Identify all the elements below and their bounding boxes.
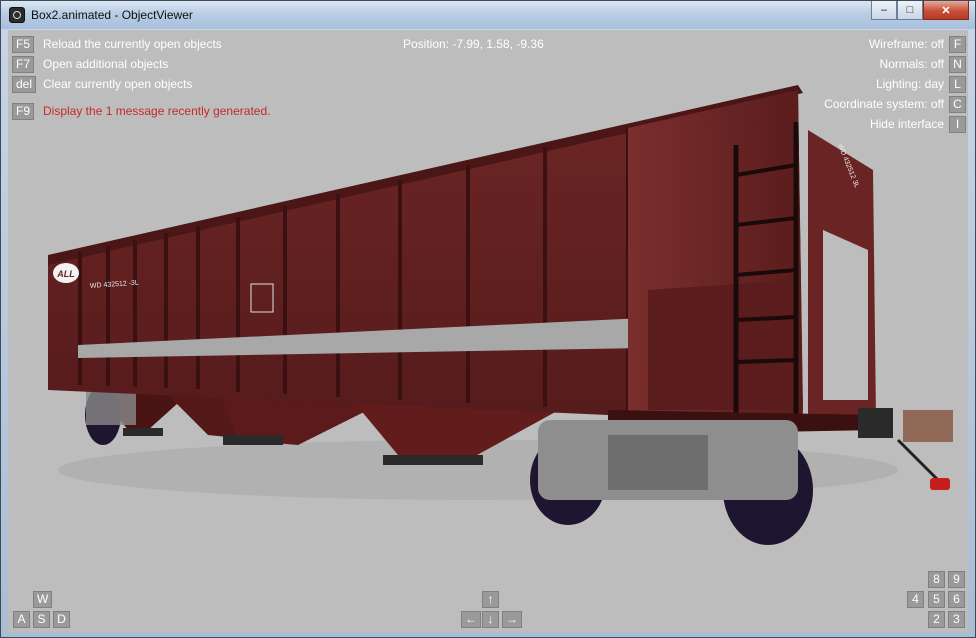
d-key[interactable]: D bbox=[53, 611, 70, 628]
object-viewer-window: Box2.animated - ObjectViewer – □ ✕ ALL W… bbox=[0, 0, 976, 638]
normals-status: Normals: off bbox=[879, 57, 944, 71]
wireframe-key[interactable]: F bbox=[949, 36, 966, 53]
title-bar[interactable]: Box2.animated - ObjectViewer – □ ✕ bbox=[1, 1, 975, 29]
camera-position: Position: -7.99, 1.58, -9.36 bbox=[403, 37, 544, 51]
s-key[interactable]: S bbox=[33, 611, 50, 628]
right-arrow-key[interactable]: → bbox=[502, 611, 522, 628]
3d-viewport[interactable]: ALL WD 432512 -3L WD 432512 3L F5 Reload… bbox=[8, 30, 968, 632]
app-icon bbox=[9, 7, 25, 23]
f9-key[interactable]: F9 bbox=[12, 103, 35, 120]
brake-handle bbox=[930, 478, 950, 490]
normals-key[interactable]: N bbox=[949, 56, 966, 73]
logo-text: ALL bbox=[56, 269, 75, 279]
close-button[interactable]: ✕ bbox=[923, 1, 969, 20]
numpad-2-key[interactable]: 2 bbox=[928, 611, 945, 628]
reload-objects-label: Reload the currently open objects bbox=[43, 37, 222, 51]
w-key[interactable]: W bbox=[33, 591, 53, 608]
left-arrow-key[interactable]: ← bbox=[461, 611, 481, 628]
open-objects-label: Open additional objects bbox=[43, 57, 169, 71]
down-arrow-key[interactable]: ↓ bbox=[482, 611, 499, 628]
f7-key[interactable]: F7 bbox=[12, 56, 35, 73]
del-key[interactable]: del bbox=[12, 76, 37, 93]
coordinate-system-key[interactable]: C bbox=[949, 96, 966, 113]
numpad-4-key[interactable]: 4 bbox=[907, 591, 924, 608]
coupler bbox=[858, 408, 893, 438]
up-arrow-key[interactable]: ↑ bbox=[482, 591, 499, 608]
numpad-9-key[interactable]: 9 bbox=[948, 571, 965, 588]
lighting-status: Lighting: day bbox=[875, 77, 944, 91]
numpad-6-key[interactable]: 6 bbox=[948, 591, 965, 608]
wireframe-status: Wireframe: off bbox=[868, 37, 944, 51]
numpad-5-key[interactable]: 5 bbox=[928, 591, 945, 608]
clear-objects-label: Clear currently open objects bbox=[43, 77, 193, 91]
window-title: Box2.animated - ObjectViewer bbox=[31, 8, 193, 22]
numpad-8-key[interactable]: 8 bbox=[928, 571, 945, 588]
window-controls: – □ ✕ bbox=[871, 1, 969, 21]
a-key[interactable]: A bbox=[13, 611, 30, 628]
f5-key[interactable]: F5 bbox=[12, 36, 35, 53]
minimize-button[interactable]: – bbox=[871, 1, 897, 20]
coordinate-system-status: Coordinate system: off bbox=[824, 97, 944, 111]
hide-interface-label: Hide interface bbox=[869, 117, 944, 131]
hide-interface-key[interactable]: I bbox=[949, 116, 966, 133]
hopper-car-model: ALL WD 432512 -3L WD 432512 3L bbox=[48, 85, 953, 545]
lighting-key[interactable]: L bbox=[949, 76, 966, 93]
maximize-button[interactable]: □ bbox=[897, 1, 923, 20]
message-label: Display the 1 message recently generated… bbox=[43, 104, 271, 118]
numpad-3-key[interactable]: 3 bbox=[948, 611, 965, 628]
